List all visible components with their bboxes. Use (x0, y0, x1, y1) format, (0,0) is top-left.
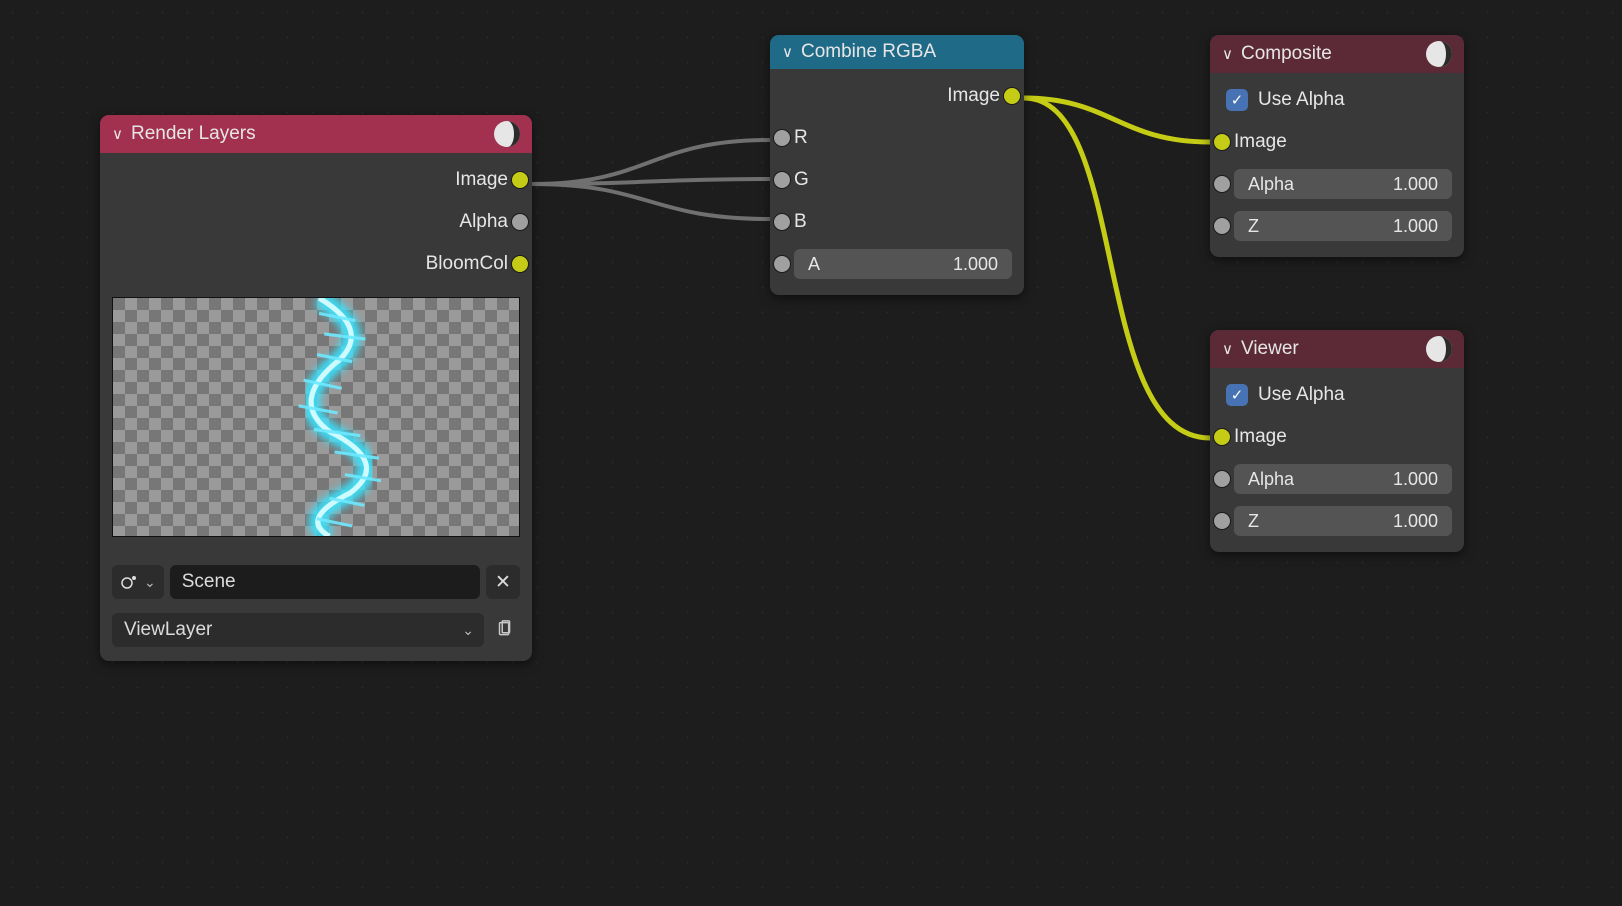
node-title: Render Layers (131, 123, 486, 145)
collapse-icon[interactable]: ∨ (112, 125, 123, 143)
use-alpha-row: ✓ Use Alpha (1222, 83, 1452, 117)
node-composite[interactable]: ∨ Composite ✓ Use Alpha Image Alpha 1.00… (1210, 35, 1464, 257)
z-field[interactable]: Z 1.000 (1234, 506, 1452, 536)
preview-toggle-icon[interactable] (494, 121, 520, 147)
input-alpha: Alpha 1.000 (1222, 462, 1452, 496)
socket-in-a[interactable] (773, 255, 791, 273)
scene-datablock-icon[interactable]: ⌄ (112, 565, 164, 599)
socket-in-z[interactable] (1213, 512, 1231, 530)
input-z: Z 1.000 (1222, 504, 1452, 538)
output-alpha: Alpha (112, 205, 520, 239)
socket-in-alpha[interactable] (1213, 175, 1231, 193)
input-z: Z 1.000 (1222, 209, 1452, 243)
viewlayer-field[interactable]: ViewLayer ⌄ (112, 613, 484, 647)
socket-in-g[interactable] (773, 171, 791, 189)
node-title: Composite (1241, 43, 1418, 65)
clear-scene-button[interactable]: ✕ (486, 565, 520, 599)
chevron-down-icon: ⌄ (462, 622, 474, 639)
socket-out-image[interactable] (1003, 87, 1021, 105)
output-image: Image (782, 79, 1012, 113)
input-a: A 1.000 (782, 247, 1012, 281)
socket-in-image[interactable] (1213, 428, 1231, 446)
output-image: Image (112, 163, 520, 197)
alpha-field[interactable]: Alpha 1.000 (1234, 464, 1452, 494)
input-image: Image (1222, 125, 1452, 159)
input-b: B (782, 205, 1012, 239)
socket-in-alpha[interactable] (1213, 470, 1231, 488)
node-title: Combine RGBA (801, 41, 1012, 63)
node-header[interactable]: ∨ Composite (1210, 35, 1464, 73)
z-field[interactable]: Z 1.000 (1234, 211, 1452, 241)
input-g: G (782, 163, 1012, 197)
socket-in-r[interactable] (773, 129, 791, 147)
pin-icon[interactable] (490, 613, 520, 647)
socket-in-image[interactable] (1213, 133, 1231, 151)
socket-out-alpha[interactable] (511, 213, 529, 231)
preview-toggle-icon[interactable] (1426, 41, 1452, 67)
socket-out-image[interactable] (511, 171, 529, 189)
socket-in-b[interactable] (773, 213, 791, 231)
input-image: Image (1222, 420, 1452, 454)
node-render-layers[interactable]: ∨ Render Layers Image Alpha BloomCol (100, 115, 532, 661)
use-alpha-checkbox[interactable]: ✓ (1226, 384, 1248, 406)
node-combine-rgba[interactable]: ∨ Combine RGBA Image R G B A 1.000 (770, 35, 1024, 295)
node-viewer[interactable]: ∨ Viewer ✓ Use Alpha Image Alpha 1.000 Z… (1210, 330, 1464, 552)
collapse-icon[interactable]: ∨ (782, 43, 793, 61)
socket-out-bloomcol[interactable] (511, 255, 529, 273)
node-title: Viewer (1241, 338, 1418, 360)
a-field[interactable]: A 1.000 (794, 249, 1012, 279)
node-header[interactable]: ∨ Render Layers (100, 115, 532, 153)
collapse-icon[interactable]: ∨ (1222, 45, 1233, 63)
use-alpha-row: ✓ Use Alpha (1222, 378, 1452, 412)
scene-field[interactable]: Scene (170, 565, 480, 599)
alpha-field[interactable]: Alpha 1.000 (1234, 169, 1452, 199)
preview-toggle-icon[interactable] (1426, 336, 1452, 362)
socket-in-z[interactable] (1213, 217, 1231, 235)
input-alpha: Alpha 1.000 (1222, 167, 1452, 201)
node-header[interactable]: ∨ Combine RGBA (770, 35, 1024, 69)
render-preview (112, 297, 520, 537)
node-header[interactable]: ∨ Viewer (1210, 330, 1464, 368)
input-r: R (782, 121, 1012, 155)
collapse-icon[interactable]: ∨ (1222, 340, 1233, 358)
use-alpha-checkbox[interactable]: ✓ (1226, 89, 1248, 111)
output-bloomcol: BloomCol (112, 247, 520, 281)
